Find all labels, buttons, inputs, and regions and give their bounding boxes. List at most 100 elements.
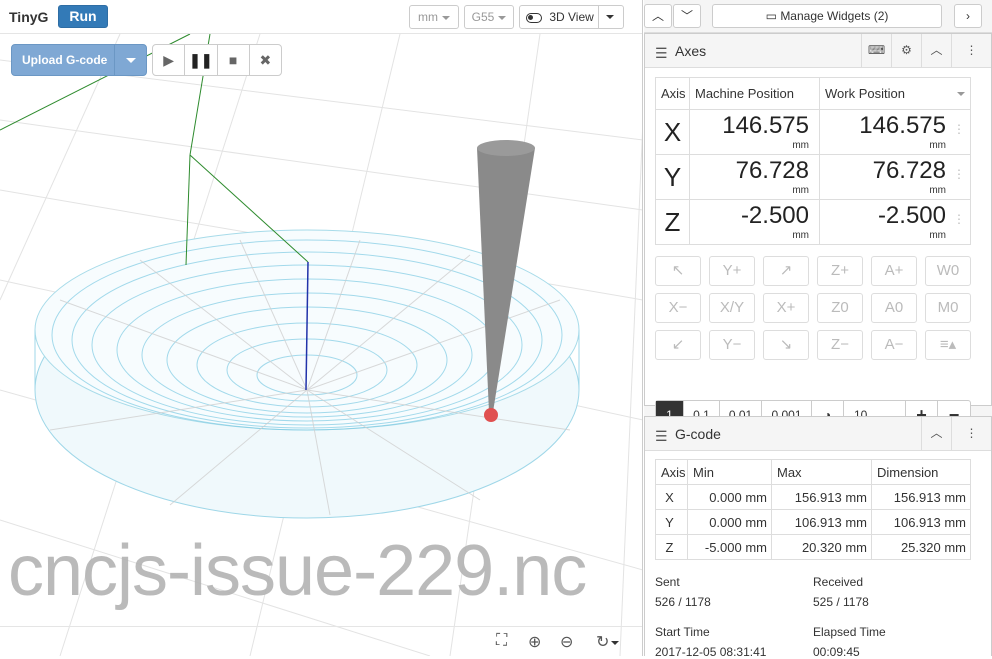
axis-label: Y	[655, 154, 690, 200]
run-button[interactable]: Run	[58, 5, 108, 28]
visualizer-panel[interactable]: TinyG Run mm G55 3D View Upload G-code ▶…	[0, 0, 643, 656]
axes-widget: ☰ Axes ⌨ ⚙ ︿ ⋮ Axis Machine Position Wor…	[644, 33, 992, 430]
gcode-bounds-table: Axis Min Max Dimension X 0.000 mm 156.913 …	[655, 459, 971, 560]
sent-value: 526 / 1178	[655, 595, 711, 609]
chevron-up-icon[interactable]: ︿	[921, 34, 951, 67]
stop-icon[interactable]: ■	[218, 45, 250, 75]
more-vertical-icon: ⋮	[953, 167, 965, 181]
manage-widgets-button[interactable]: ▭ Manage Widgets (2)	[712, 4, 942, 28]
zoom-in-icon[interactable]: ⊕	[528, 632, 541, 652]
toggle-icon	[526, 12, 542, 23]
more-vertical-icon[interactable]: ⋮	[951, 34, 991, 67]
gear-icon[interactable]: ⚙	[891, 34, 921, 67]
view-mode-label: 3D View	[549, 10, 594, 24]
widgets-panel: ︿ ﹀ ▭ Manage Widgets (2) › ☰ Axes ⌨ ⚙ ︿ …	[644, 0, 992, 659]
jog-button[interactable]: Z+	[817, 256, 863, 286]
column-header: Axis	[655, 77, 690, 110]
jog-button[interactable]: Z−	[817, 330, 863, 360]
play-icon[interactable]: ▶	[153, 45, 186, 75]
machine-position: -2.500 mm	[689, 199, 820, 245]
jog-button[interactable]: W0	[925, 256, 971, 286]
jog-button[interactable]: A−	[871, 330, 917, 360]
more-vertical-icon[interactable]: ⋮	[951, 417, 991, 450]
jog-button[interactable]: Y−	[709, 330, 755, 360]
close-icon[interactable]: ✖	[250, 45, 281, 75]
column-header: Min	[687, 459, 772, 485]
chevron-up-icon[interactable]: ︿	[921, 417, 951, 450]
chevron-down-icon	[498, 15, 507, 20]
axes-position-table: Axis Machine Position Work Position X 14…	[655, 77, 971, 245]
rotate-icon[interactable]: ↻	[596, 632, 620, 652]
work-position[interactable]: -2.500 mm ⋮	[819, 199, 971, 245]
gcode-widget-header: ☰ G-code ︿ ⋮	[645, 417, 991, 451]
camera-toolbar	[0, 626, 642, 656]
loaded-filename: cncjs-issue-229.nc	[8, 531, 587, 611]
zoom-out-icon[interactable]: ⊖	[560, 632, 573, 652]
column-header: Axis	[655, 459, 688, 485]
chevron-down-icon[interactable]	[126, 58, 136, 63]
chevron-right-icon[interactable]: ›	[954, 4, 982, 28]
work-position[interactable]: 76.728 mm ⋮	[819, 154, 971, 200]
pause-icon[interactable]: ❚❚	[185, 45, 218, 75]
elapsed-time-value: 00:09:45	[813, 645, 860, 659]
jog-button[interactable]: ↖	[655, 256, 701, 286]
window-icon: ▭	[765, 9, 781, 23]
machine-position: 76.728 mm	[689, 154, 820, 200]
upload-gcode-button[interactable]: Upload G-code	[11, 44, 147, 76]
chevron-up-icon[interactable]: ︿	[644, 4, 672, 28]
jog-button[interactable]: ≡▴	[925, 330, 971, 360]
controller-name: TinyG	[9, 9, 49, 25]
received-label: Received	[813, 575, 864, 589]
jog-button[interactable]: A+	[871, 256, 917, 286]
jog-button[interactable]: Y+	[709, 256, 755, 286]
chevron-down-icon[interactable]	[956, 91, 965, 96]
jog-button[interactable]: ↗	[763, 256, 809, 286]
jog-button[interactable]: ↘	[763, 330, 809, 360]
chevron-down-icon[interactable]	[606, 15, 614, 19]
jog-button[interactable]: X−	[655, 293, 701, 323]
column-header: Machine Position	[689, 77, 820, 110]
chevron-down-icon[interactable]: ﹀	[673, 4, 701, 28]
column-header: Dimension	[871, 459, 971, 485]
table-row: X 146.575 mm 146.575 mm ⋮	[655, 109, 971, 155]
work-position[interactable]: 146.575 mm ⋮	[819, 109, 971, 155]
column-header: Max	[771, 459, 872, 485]
axis-label: Z	[655, 199, 690, 245]
elapsed-time-label: Elapsed Time	[813, 625, 886, 639]
keyboard-icon[interactable]: ⌨	[861, 34, 891, 67]
start-time-value: 2017-12-05 08:31:41	[655, 645, 767, 659]
table-row: Y 0.000 mm 106.913 mm 106.913 mm	[655, 509, 971, 535]
start-time-label: Start Time	[655, 625, 710, 639]
column-header: Work Position	[819, 77, 971, 110]
machine-position: 146.575 mm	[689, 109, 820, 155]
more-vertical-icon: ⋮	[953, 212, 965, 226]
view-mode-button[interactable]: 3D View	[519, 5, 624, 29]
visualizer-toolbar: TinyG Run mm G55 3D View	[0, 0, 642, 34]
axis-label: X	[655, 109, 690, 155]
jog-button[interactable]: Z0	[817, 293, 863, 323]
menu-icon[interactable]: ☰	[655, 428, 668, 445]
jog-button[interactable]: M0	[925, 293, 971, 323]
jog-button[interactable]: ↙	[655, 330, 701, 360]
fit-view-icon[interactable]: ⛶	[496, 632, 507, 650]
wcs-select[interactable]: G55	[464, 5, 514, 29]
units-value: mm	[418, 10, 438, 24]
menu-icon[interactable]: ☰	[655, 45, 668, 62]
jog-button[interactable]: A0	[871, 293, 917, 323]
axes-widget-title: Axes	[675, 43, 707, 59]
upload-gcode-label: Upload G-code	[22, 53, 108, 67]
table-row: Y 76.728 mm 76.728 mm ⋮	[655, 154, 971, 200]
axes-widget-header: ☰ Axes ⌨ ⚙ ︿ ⋮	[645, 34, 991, 68]
units-select[interactable]: mm	[409, 5, 459, 29]
jog-button[interactable]: X/Y	[709, 293, 755, 323]
table-row: Z -5.000 mm 20.320 mm 25.320 mm	[655, 534, 971, 560]
table-row: X 0.000 mm 156.913 mm 156.913 mm	[655, 484, 971, 510]
gcode-controls: ▶ ❚❚ ■ ✖	[152, 44, 282, 76]
table-row: Z -2.500 mm -2.500 mm ⋮	[655, 199, 971, 245]
gcode-widget-title: G-code	[675, 426, 721, 442]
jog-button[interactable]: X+	[763, 293, 809, 323]
received-value: 525 / 1178	[813, 595, 869, 609]
chevron-down-icon	[442, 15, 450, 20]
gcode-widget: ☰ G-code ︿ ⋮ Axis Min Max Dimension X 0.0…	[644, 416, 992, 659]
wcs-value: G55	[471, 10, 495, 24]
